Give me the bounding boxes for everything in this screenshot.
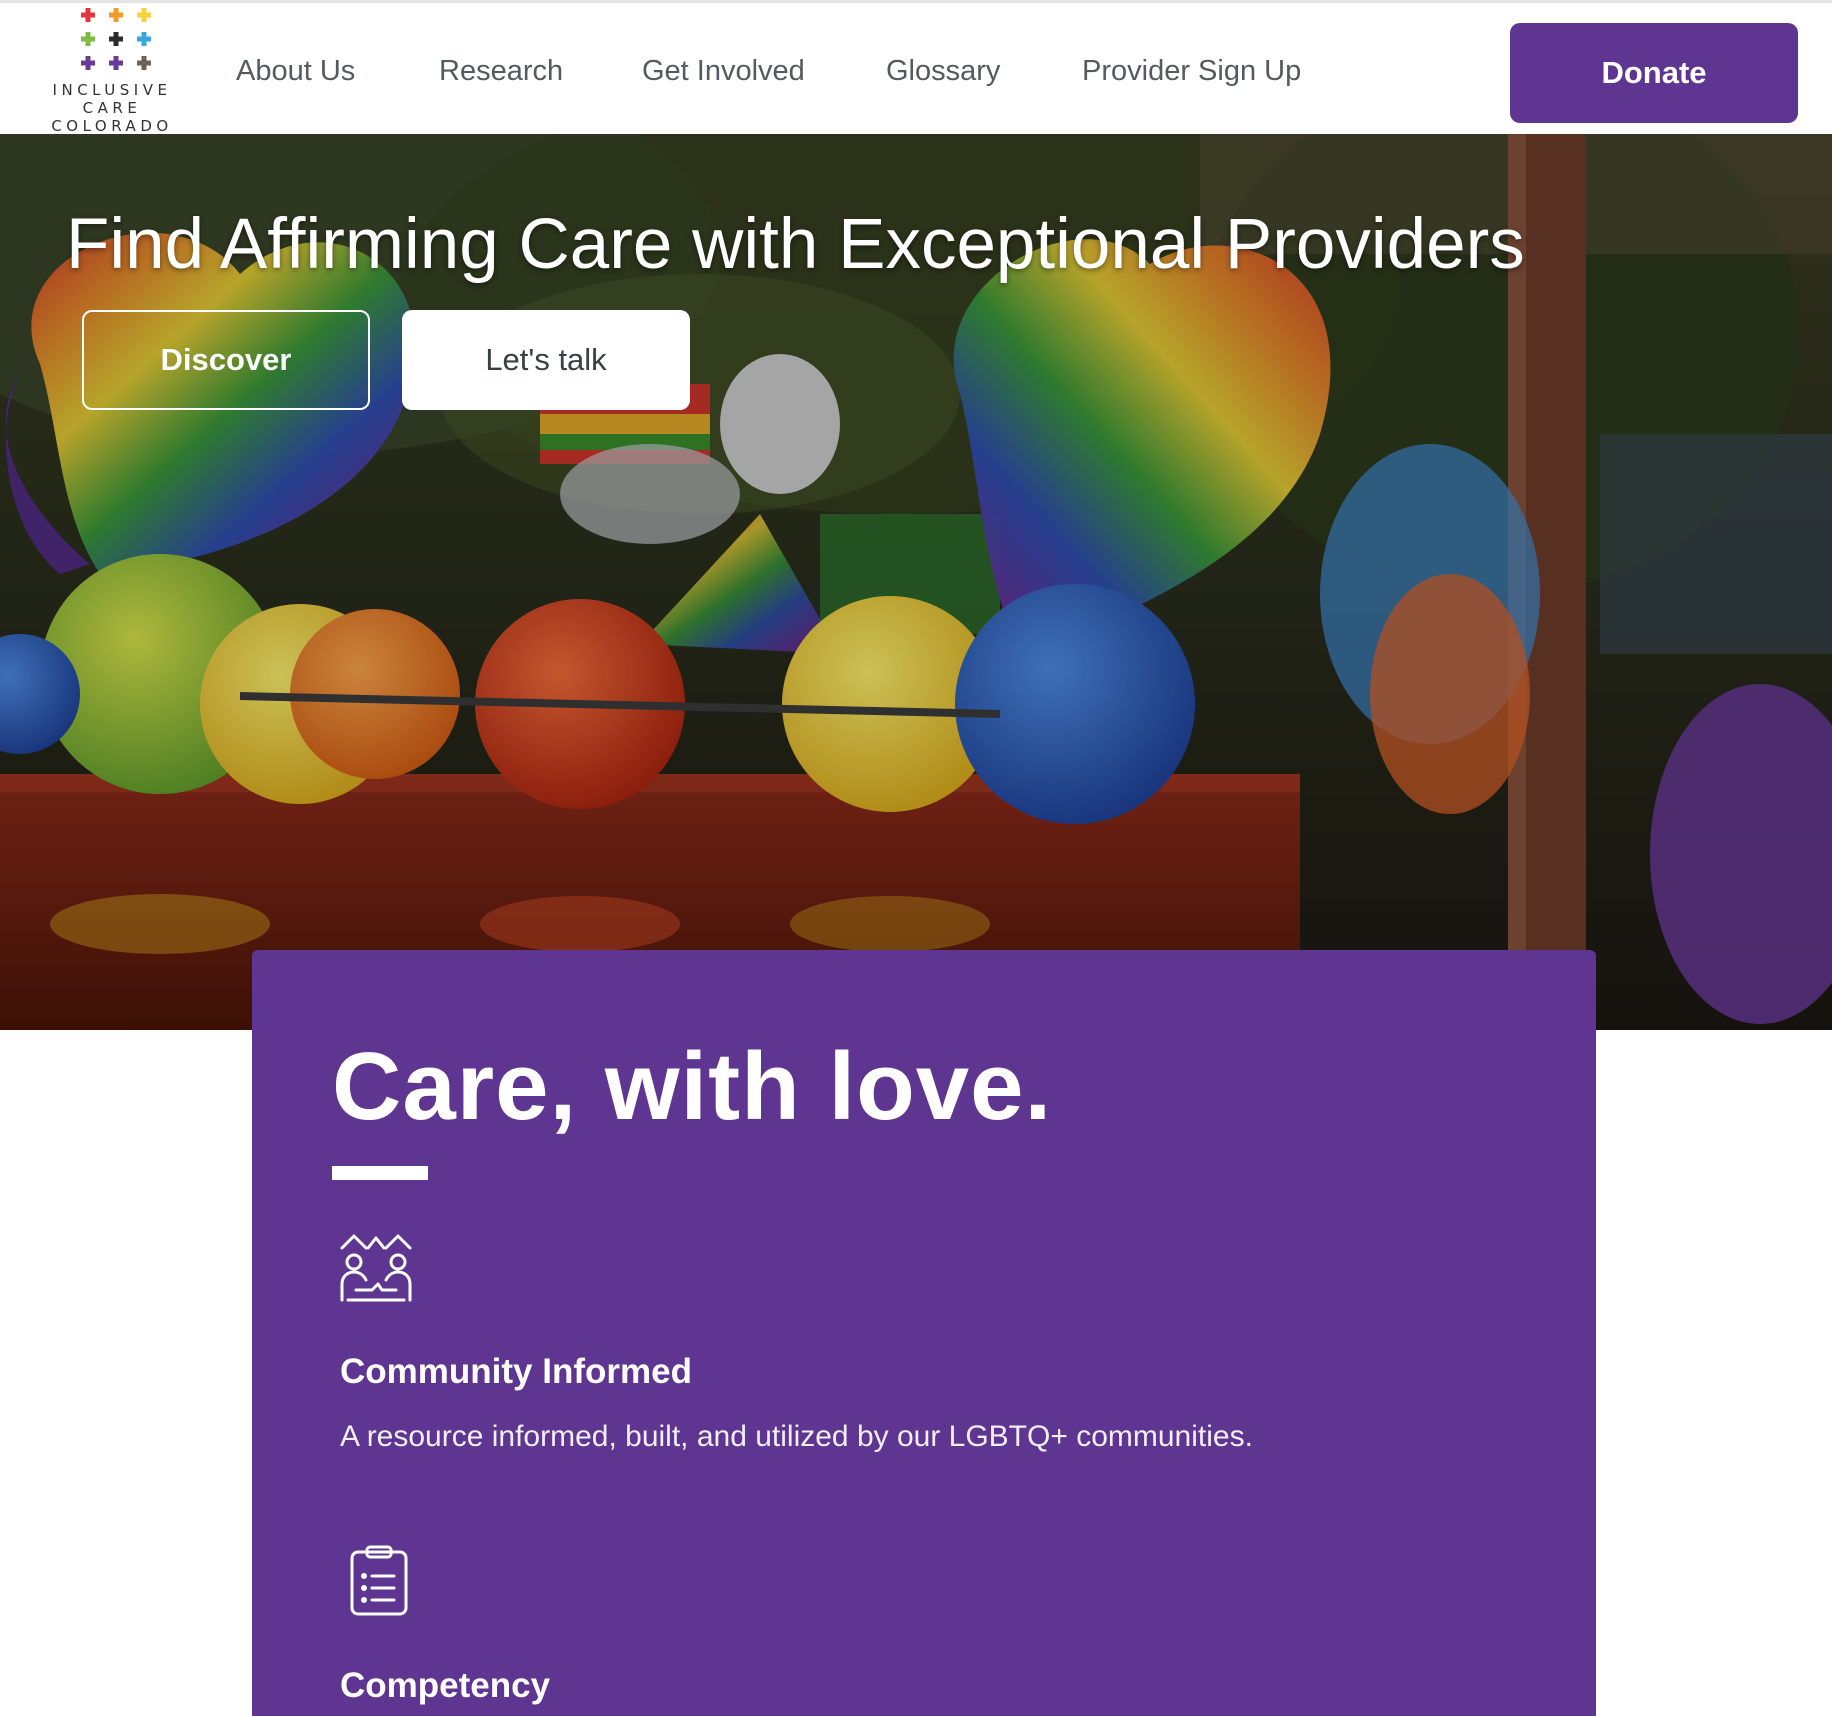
donate-button[interactable]: Donate: [1510, 23, 1798, 123]
care-with-love-card: Care, with love. Community Informed A re…: [252, 950, 1596, 1716]
nav-get-involved[interactable]: Get Involved: [642, 55, 805, 88]
clipboard-list-icon: [350, 1545, 408, 1616]
feature-title-community: Community Informed: [340, 1352, 692, 1391]
logo-crosses-icon: [81, 8, 151, 70]
heading-divider: [332, 1166, 428, 1180]
hero-banner: Find Affirming Care with Exceptional Pro…: [0, 134, 1832, 1030]
nav-research[interactable]: Research: [439, 55, 563, 88]
nav-provider-sign-up[interactable]: Provider Sign Up: [1082, 55, 1301, 88]
community-people-icon: [340, 1234, 412, 1302]
site-header: INCLUSIVE CARE COLORADO About Us Researc…: [0, 0, 1832, 135]
feature-desc-community: A resource informed, built, and utilized…: [340, 1420, 1253, 1453]
logo-text-line3: COLORADO: [51, 117, 173, 135]
lets-talk-button[interactable]: Let's talk: [402, 310, 690, 410]
discover-button[interactable]: Discover: [82, 310, 370, 410]
inclusive-care-colorado-logo[interactable]: INCLUSIVE CARE COLORADO: [46, 5, 178, 135]
feature-title-competency: Competency: [340, 1666, 551, 1705]
hero-title: Find Affirming Care with Exceptional Pro…: [66, 205, 1525, 284]
nav-glossary[interactable]: Glossary: [886, 55, 1000, 88]
logo-text-line1: INCLUSIVE: [52, 81, 172, 99]
card-heading: Care, with love.: [332, 1033, 1053, 1140]
nav-about-us[interactable]: About Us: [236, 55, 355, 88]
logo-text-line2: CARE: [82, 99, 142, 117]
